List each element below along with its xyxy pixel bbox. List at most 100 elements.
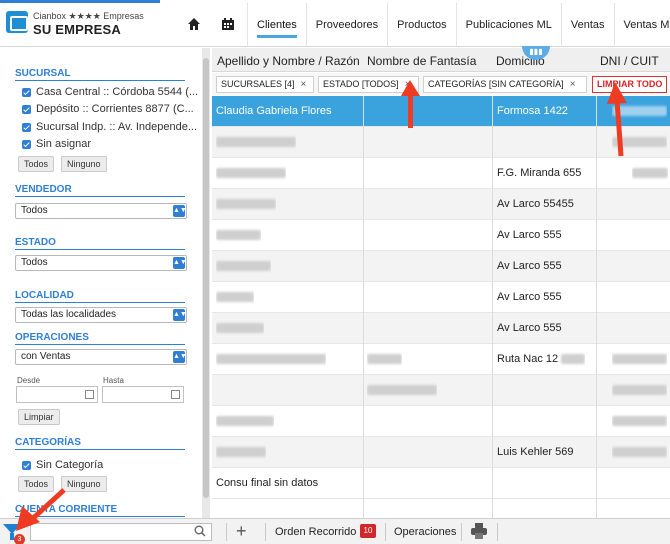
cell-domicilio: Av Larco 555 xyxy=(497,291,562,303)
calendar-icon[interactable] xyxy=(85,390,94,399)
cell-name xyxy=(216,251,271,282)
checkbox-icon[interactable] xyxy=(22,87,31,97)
logo-icon[interactable] xyxy=(6,11,28,33)
table-row[interactable]: Luis Kehler 569 xyxy=(212,437,670,468)
calendar-icon[interactable] xyxy=(171,390,180,399)
desde-date-input[interactable] xyxy=(16,386,98,403)
table-header: Apellido y Nombre / Razón Nombre de Fant… xyxy=(212,48,670,72)
sucursal-option[interactable]: Casa Central :: Córdoba 5544 (... xyxy=(22,86,198,98)
table-row[interactable]: Av Larco 555 xyxy=(212,313,670,344)
cell-name xyxy=(216,158,286,189)
table-row[interactable] xyxy=(212,406,670,437)
operaciones-clear-button[interactable]: Limpiar xyxy=(18,409,60,425)
cell-name: Consu final sin datos xyxy=(216,477,319,489)
table-row[interactable] xyxy=(212,127,670,158)
checkbox-icon[interactable] xyxy=(22,139,31,149)
tab-publicaciones-ml[interactable]: Publicaciones ML xyxy=(455,3,561,47)
localidad-select[interactable]: Todas las localidades ▲▼ xyxy=(15,307,187,323)
orden-recorrido-button[interactable]: Orden Recorrido xyxy=(275,526,356,538)
column-header-name[interactable]: Apellido y Nombre / Razón xyxy=(217,54,360,68)
table-row[interactable] xyxy=(212,375,670,406)
tab-productos[interactable]: Productos xyxy=(387,3,456,47)
sucursal-all-button[interactable]: Todos xyxy=(18,156,55,172)
section-localidad-title: LOCALIDAD xyxy=(15,290,185,303)
select-caret-icon: ▲▼ xyxy=(173,351,187,363)
select-caret-icon: ▲▼ xyxy=(173,309,187,321)
cell-name xyxy=(216,437,266,468)
filter-chip-sucursales[interactable]: SUCURSALES [4] × xyxy=(216,76,314,93)
cell-domicilio: Luis Kehler 569 xyxy=(497,446,574,458)
vendedor-select[interactable]: Todos ▲▼ xyxy=(15,203,187,219)
hasta-label: Hasta xyxy=(103,376,124,385)
section-categorias-title: CATEGORÍAS xyxy=(15,437,185,450)
filter-chip-estado[interactable]: ESTADO [TODOS] × xyxy=(318,76,419,93)
clear-all-filters-button[interactable]: LIMPIAR TODO xyxy=(592,76,667,93)
cell-name xyxy=(216,406,274,437)
cell-dni xyxy=(632,158,668,189)
toolbar-separator xyxy=(226,523,227,541)
tab-ventas[interactable]: Ventas xyxy=(560,3,614,47)
section-cuenta-corriente-title: CUENTA CORRIENTE xyxy=(15,504,185,517)
filter-chip-categorias[interactable]: CATEGORÍAS [SIN CATEGORÍA] × xyxy=(423,76,587,93)
filter-sidebar: SUCURSAL Casa Central :: Córdoba 5544 (.… xyxy=(0,48,200,518)
select-caret-icon: ▲▼ xyxy=(173,205,187,217)
categorias-none-button[interactable]: Ninguno xyxy=(61,476,107,492)
sucursal-option[interactable]: Depósito :: Corrientes 8877 (C... xyxy=(22,103,194,115)
section-vendedor-title: VENDEDOR xyxy=(15,184,185,197)
tab-ventas-ml[interactable]: Ventas ML xyxy=(613,3,670,47)
column-header-dni[interactable]: DNI / CUIT xyxy=(600,54,659,68)
search-icon[interactable] xyxy=(194,525,206,540)
cell-dni xyxy=(612,375,667,406)
table-row[interactable]: F.G. Miranda 655 xyxy=(212,158,670,189)
close-icon[interactable]: × xyxy=(301,79,307,90)
cell-domicilio: Ruta Nac 12 xyxy=(497,344,586,375)
add-icon[interactable]: + xyxy=(236,521,247,542)
search-input[interactable] xyxy=(30,523,212,541)
cell-domicilio: Av Larco 555 xyxy=(497,322,562,334)
filter-toggle-button[interactable]: 3 xyxy=(2,523,25,544)
sucursal-none-button[interactable]: Ninguno xyxy=(61,156,107,172)
cell-name xyxy=(216,313,264,344)
operaciones-select[interactable]: con Ventas ▲▼ xyxy=(15,349,187,365)
tab-clientes[interactable]: Clientes xyxy=(247,3,306,47)
table-row[interactable]: Av Larco 555 xyxy=(212,220,670,251)
operaciones-button[interactable]: Operaciones xyxy=(394,526,456,538)
sucursal-option[interactable]: Sin asignar xyxy=(22,138,91,150)
calendar-icon[interactable] xyxy=(220,17,236,33)
sidebar-scroll-thumb[interactable] xyxy=(203,58,209,498)
table-row[interactable]: Claudia Gabriela Flores Formosa 1422 xyxy=(212,96,670,127)
close-icon[interactable]: × xyxy=(405,79,411,90)
tab-proveedores[interactable]: Proveedores xyxy=(305,3,387,47)
section-estado-title: ESTADO xyxy=(15,237,185,250)
toolbar-separator xyxy=(461,523,462,541)
close-icon[interactable]: × xyxy=(570,79,576,90)
select-caret-icon: ▲▼ xyxy=(173,257,187,269)
table-row[interactable]: Consu final sin datos xyxy=(212,468,670,499)
home-icon[interactable] xyxy=(186,17,202,33)
cell-dni xyxy=(612,127,667,158)
cell-dni xyxy=(612,406,667,437)
hasta-date-input[interactable] xyxy=(102,386,184,403)
table-row[interactable]: Ruta Nac 12 xyxy=(212,344,670,375)
print-icon[interactable] xyxy=(471,523,487,539)
cell-domicilio: Av Larco 555 xyxy=(497,260,562,272)
cell-dni xyxy=(612,96,667,127)
table-row[interactable]: Av Larco 555 xyxy=(212,282,670,313)
checkbox-icon[interactable] xyxy=(22,122,31,132)
company-name: SU EMPRESA xyxy=(33,22,121,37)
checkbox-icon[interactable] xyxy=(22,104,31,114)
section-operaciones-title: OPERACIONES xyxy=(15,332,185,345)
sidebar-scrollbar[interactable] xyxy=(202,48,210,518)
table-row[interactable]: Av Larco 55455 xyxy=(212,189,670,220)
table-row[interactable]: Av Larco 555 xyxy=(212,251,670,282)
sucursal-option[interactable]: Sucursal Indp. :: Av. Independe... xyxy=(22,121,197,133)
column-header-fantasia[interactable]: Nombre de Fantasía xyxy=(367,54,476,68)
column-divider xyxy=(363,96,364,518)
cell-name xyxy=(216,220,261,251)
estado-select[interactable]: Todos ▲▼ xyxy=(15,255,187,271)
categorias-all-button[interactable]: Todos xyxy=(18,476,55,492)
cell-fantasia xyxy=(367,375,437,406)
categoria-option[interactable]: Sin Categoría xyxy=(22,459,103,471)
toolbar-separator xyxy=(385,523,386,541)
checkbox-icon[interactable] xyxy=(22,460,31,470)
